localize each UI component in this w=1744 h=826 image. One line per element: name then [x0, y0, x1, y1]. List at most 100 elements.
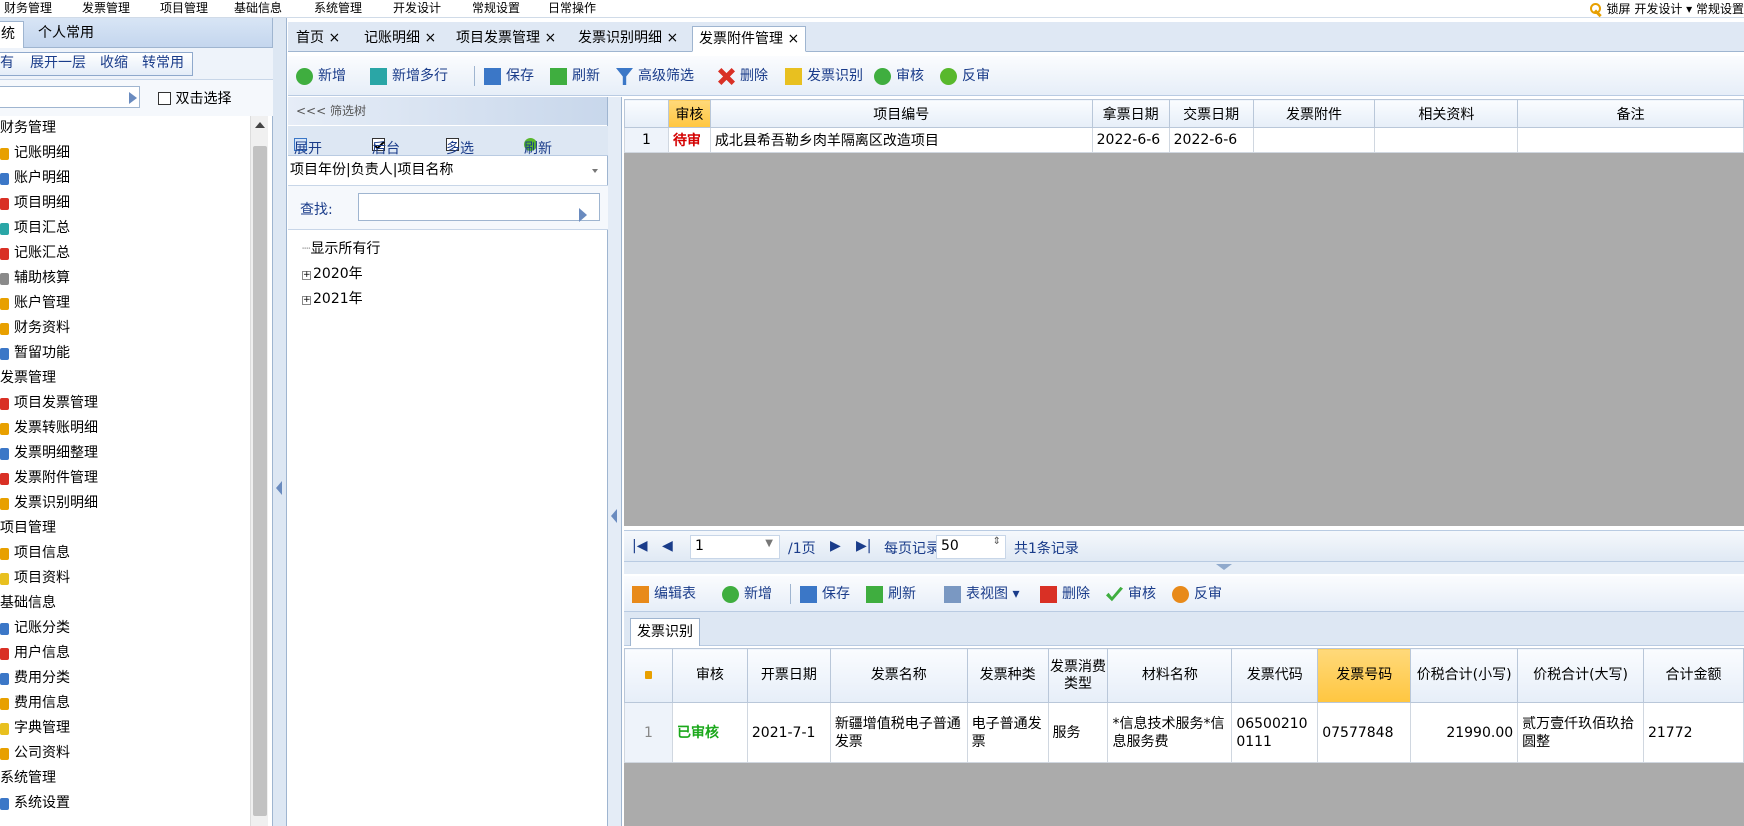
- menu-daily[interactable]: 日常操作: [548, 0, 596, 18]
- dblclick-select[interactable]: 双击选择: [158, 88, 231, 108]
- spinner-icon[interactable]: ⇕: [993, 536, 1001, 547]
- col-submit-date[interactable]: 交票日期: [1168, 99, 1254, 128]
- total-num-cell[interactable]: 21990.00: [1410, 702, 1519, 763]
- invoice-name-cell[interactable]: 新疆增值税电子普通发票: [829, 702, 968, 763]
- group-by-combo[interactable]: 项目年份|负责人|项目名称: [288, 156, 608, 186]
- tab-invoice-attachment[interactable]: 发票附件管理 ×: [692, 26, 807, 52]
- col-remarks[interactable]: 备注: [1517, 99, 1744, 128]
- menu-dev[interactable]: 开发设计: [393, 0, 441, 18]
- approve-button[interactable]: 审核: [874, 64, 924, 88]
- invoice-code-cell[interactable]: 065002100111: [1231, 702, 1319, 763]
- tab-project-invoice[interactable]: 项目发票管理 ×: [450, 26, 562, 52]
- tab-invoice-ocr[interactable]: 发票识别明细 ×: [572, 26, 684, 52]
- nav-group[interactable]: 基础信息: [0, 591, 250, 616]
- nav-item[interactable]: 字典管理: [0, 716, 250, 741]
- nav-item[interactable]: 项目明细: [0, 191, 250, 216]
- nav-item[interactable]: 记账汇总: [0, 241, 250, 266]
- attachment-cell[interactable]: [1252, 127, 1376, 153]
- detail-save-button[interactable]: 保存: [800, 582, 850, 606]
- material-name-cell[interactable]: *信息技术服务*信息服务费: [1107, 702, 1233, 763]
- nav-item[interactable]: 项目汇总: [0, 216, 250, 241]
- tree-node-2020[interactable]: +2020年: [302, 262, 380, 287]
- nav-group[interactable]: 项目管理: [0, 516, 250, 541]
- tab-invoice-recognition[interactable]: 发票识别: [630, 618, 700, 646]
- menu-invoice[interactable]: 发票管理: [82, 0, 130, 18]
- save-button[interactable]: 保存: [484, 64, 534, 88]
- tab-system-nav[interactable]: 统: [0, 21, 24, 48]
- col-lock[interactable]: [624, 648, 673, 703]
- nav-item[interactable]: 发票附件管理: [0, 466, 250, 491]
- nav-item[interactable]: 费用分类: [0, 666, 250, 691]
- nav-item[interactable]: 辅助核算: [0, 266, 250, 291]
- tree-node-2021[interactable]: +2021年: [302, 287, 380, 312]
- tab-home[interactable]: 首页 ×: [290, 26, 346, 52]
- tab-ledger[interactable]: 记账明细 ×: [358, 26, 442, 52]
- collapse-left-icon[interactable]: [276, 481, 282, 495]
- per-page-input[interactable]: 50 ⇕: [936, 535, 1006, 559]
- col-status[interactable]: 审核: [667, 99, 711, 128]
- total-amount-cell[interactable]: 21772: [1642, 702, 1744, 763]
- filter-splitter[interactable]: [608, 97, 622, 826]
- menu-settings[interactable]: 常规设置: [472, 0, 520, 18]
- nav-item[interactable]: 暂留功能: [0, 341, 250, 366]
- total-words-cell[interactable]: 贰万壹仟玖佰玖拾圆整: [1517, 702, 1644, 763]
- detail-refresh-button[interactable]: 刷新: [866, 582, 916, 606]
- menu-system[interactable]: 系统管理: [314, 0, 362, 18]
- collapse-filter-icon[interactable]: [611, 509, 617, 523]
- invoice-kind-cell[interactable]: 电子普通发票: [966, 702, 1049, 763]
- expand-one-button[interactable]: 展开一层: [26, 52, 90, 76]
- table-row[interactable]: 1 已审核 2021-7-1 新疆增值税电子普通发票 电子普通发票 服务 *信息…: [624, 702, 1744, 763]
- edit-table-button[interactable]: 编辑表: [632, 582, 696, 606]
- invoice-number-cell[interactable]: 07577848: [1317, 702, 1412, 763]
- submit-date-cell[interactable]: 2022-6-6: [1168, 127, 1254, 153]
- nav-item[interactable]: 费用信息: [0, 691, 250, 716]
- menu-project[interactable]: 项目管理: [160, 0, 208, 18]
- invoice-ocr-button[interactable]: 发票识别: [785, 64, 863, 88]
- col-take-date[interactable]: 拿票日期: [1091, 99, 1170, 128]
- nav-item[interactable]: 财务资料: [0, 316, 250, 341]
- horizontal-splitter[interactable]: [624, 562, 1744, 574]
- collapse-down-icon[interactable]: [1216, 564, 1232, 570]
- col-invoice-name[interactable]: 发票名称: [829, 648, 968, 703]
- nav-item[interactable]: 项目资料: [0, 566, 250, 591]
- left-search-input[interactable]: [0, 86, 140, 108]
- scroll-up-icon[interactable]: [255, 122, 265, 128]
- col-related[interactable]: 相关资料: [1374, 99, 1519, 128]
- advanced-filter-button[interactable]: 高级筛选: [616, 64, 694, 88]
- last-page-icon[interactable]: ▶|: [856, 538, 871, 554]
- chevron-down-icon[interactable]: [592, 169, 598, 173]
- invoice-date-cell[interactable]: 2021-7-1: [746, 702, 831, 763]
- left-scrollbar[interactable]: [250, 116, 268, 826]
- refresh-button[interactable]: 刷新: [550, 64, 600, 88]
- nav-item[interactable]: 用户信息: [0, 641, 250, 666]
- scroll-thumb[interactable]: [253, 146, 267, 816]
- take-date-cell[interactable]: 2022-6-6: [1091, 127, 1170, 153]
- page-input[interactable]: 1 ▼: [690, 535, 780, 559]
- tree-node-all[interactable]: ┈显示所有行: [302, 237, 380, 262]
- next-page-icon[interactable]: ▶: [830, 538, 841, 554]
- menu-basic[interactable]: 基础信息: [234, 0, 282, 18]
- to-common-button[interactable]: 转常用: [138, 52, 188, 76]
- col-total-words[interactable]: 价税合计(大写): [1517, 648, 1644, 703]
- project-code-cell[interactable]: 成北县希吾勒乡肉羊隔离区改造项目: [709, 127, 1093, 153]
- consume-type-cell[interactable]: 服务: [1047, 702, 1109, 763]
- col-rownum[interactable]: [624, 99, 669, 128]
- related-cell[interactable]: [1374, 127, 1519, 153]
- nav-item[interactable]: 账户管理: [0, 291, 250, 316]
- col-invoice-code[interactable]: 发票代码: [1231, 648, 1319, 703]
- nav-group[interactable]: 系统管理: [0, 766, 250, 791]
- nav-item[interactable]: 项目发票管理: [0, 391, 250, 416]
- status-cell[interactable]: 待审: [667, 127, 711, 153]
- chevron-down-icon[interactable]: ▼: [765, 538, 773, 549]
- col-invoice-date[interactable]: 开票日期: [746, 648, 831, 703]
- detail-approve-button[interactable]: 审核: [1106, 582, 1156, 606]
- search-arrow-icon[interactable]: [129, 92, 137, 104]
- unapprove-button[interactable]: 反审: [940, 64, 990, 88]
- detail-add-button[interactable]: 新增: [722, 582, 772, 606]
- filter-tree-header[interactable]: <<< 筛选树: [288, 97, 607, 125]
- find-input[interactable]: [358, 193, 600, 222]
- col-invoice-number[interactable]: 发票号码: [1317, 648, 1412, 703]
- all-button[interactable]: 有: [0, 52, 18, 76]
- collapse-button[interactable]: 收缩: [96, 52, 132, 76]
- add-multi-button[interactable]: 新增多行: [370, 64, 448, 88]
